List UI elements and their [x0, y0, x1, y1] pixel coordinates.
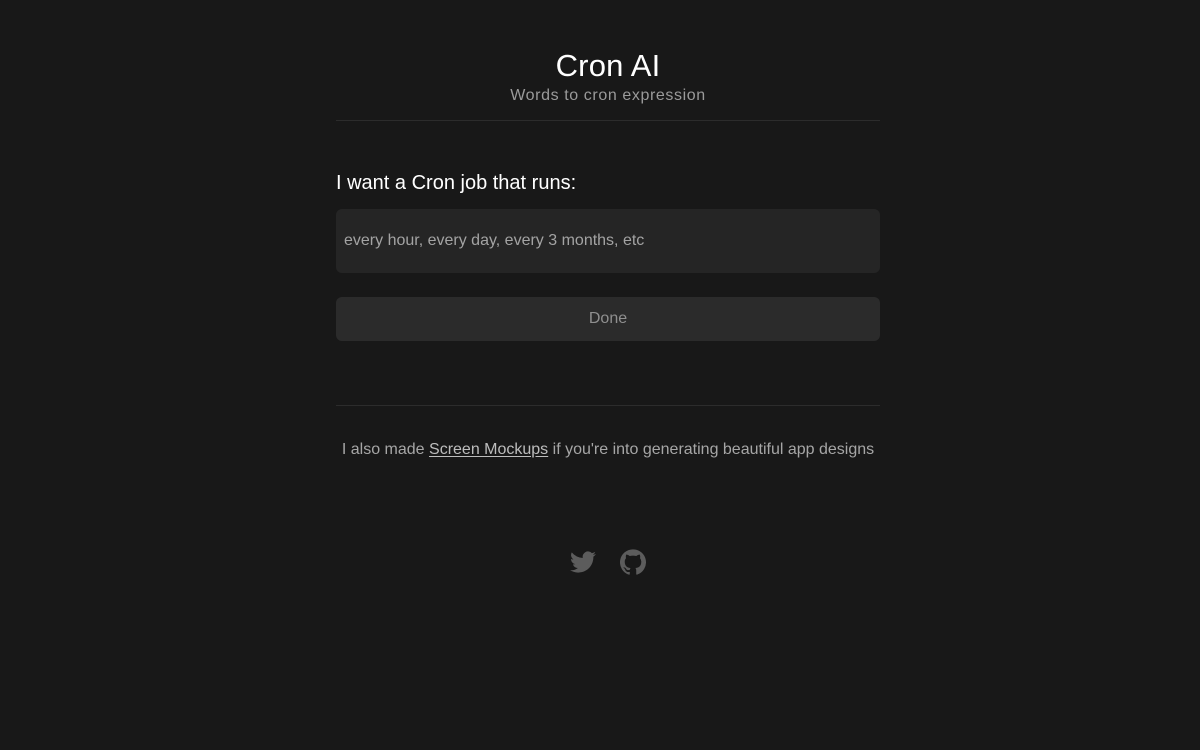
header-divider: [336, 120, 880, 121]
promo-text: I also made Screen Mockups if you're int…: [336, 438, 880, 462]
footer-divider: [336, 405, 880, 406]
cron-prompt-label: I want a Cron job that runs:: [336, 172, 577, 194]
github-icon: [620, 549, 646, 575]
page: Cron AI Words to cron expression I want …: [0, 0, 1200, 750]
done-button[interactable]: Done: [336, 297, 880, 341]
twitter-icon: [570, 551, 596, 573]
social-links: [336, 549, 880, 575]
promo-suffix: if you're into generating beautiful app …: [548, 441, 875, 458]
cron-input-wrapper: [336, 209, 880, 273]
promo-prefix: I also made: [341, 441, 430, 458]
screen-mockups-link[interactable]: Screen Mockups: [429, 441, 548, 458]
github-link[interactable]: [620, 549, 646, 575]
twitter-link[interactable]: [570, 549, 596, 575]
page-title: Cron AI: [555, 48, 661, 83]
header: Cron AI Words to cron expression: [336, 0, 880, 107]
main-column: Cron AI Words to cron expression I want …: [336, 0, 880, 575]
cron-description-input[interactable]: [336, 209, 880, 273]
page-subtitle: Words to cron expression: [510, 87, 706, 104]
